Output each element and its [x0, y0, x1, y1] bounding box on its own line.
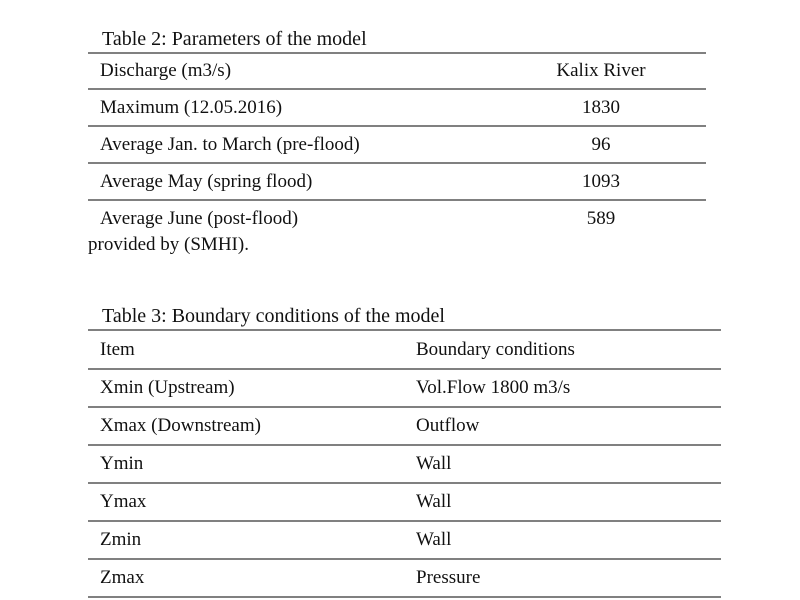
- table-3-value-xmin: Vol.Flow 1800 m3/s: [404, 368, 721, 407]
- table-3-value-zmax: Pressure: [404, 558, 721, 598]
- table-3-item-zmax: Zmax: [88, 558, 404, 598]
- table-3-value-ymin: Wall: [404, 444, 721, 483]
- table-3-caption: Table 3: Boundary conditions of the mode…: [102, 305, 445, 327]
- table-2-item-maximum: Maximum (12.05.2016): [88, 88, 496, 126]
- table-3-header-item: Item: [88, 329, 404, 369]
- table-row: Zmax Pressure: [88, 558, 721, 598]
- table-row: Average Jan. to March (pre-flood) 96: [88, 125, 706, 163]
- table-2-header-row: Discharge (m3/s) Kalix River: [88, 52, 706, 89]
- table-row: Xmin (Upstream) Vol.Flow 1800 m3/s: [88, 368, 721, 407]
- table-2-value-average-june: 589: [496, 199, 706, 236]
- table-3-item-ymax: Ymax: [88, 482, 404, 521]
- document-page: Table 2: Parameters of the model Dischar…: [0, 0, 800, 600]
- table-row: Average June (post-flood) 589: [88, 199, 706, 236]
- table-row: Ymax Wall: [88, 482, 721, 521]
- table-2-item-average-june: Average June (post-flood): [88, 199, 496, 236]
- table-2: Discharge (m3/s) Kalix River Maximum (12…: [88, 52, 706, 236]
- table-2-block: Table 2: Parameters of the model Dischar…: [88, 26, 706, 236]
- table-2-value-maximum: 1830: [496, 88, 706, 126]
- table-row: Maximum (12.05.2016) 1830: [88, 88, 706, 126]
- table-2-value-average-may: 1093: [496, 162, 706, 200]
- table-3-item-xmin: Xmin (Upstream): [88, 368, 404, 407]
- table-3-item-ymin: Ymin: [88, 444, 404, 483]
- table-2-header-discharge: Discharge (m3/s): [88, 52, 496, 89]
- table-2-caption: Table 2: Parameters of the model: [102, 28, 367, 50]
- table-3-header-boundary-conditions: Boundary conditions: [404, 329, 721, 369]
- table-row: Ymin Wall: [88, 444, 721, 483]
- table-row: Zmin Wall: [88, 520, 721, 559]
- table-3-block: Table 3: Boundary conditions of the mode…: [88, 303, 721, 598]
- table-3-value-ymax: Wall: [404, 482, 721, 521]
- table-3-header-row: Item Boundary conditions: [88, 329, 721, 369]
- table-2-source-note: provided by (SMHI).: [88, 234, 249, 255]
- table-2-item-average-jan-march: Average Jan. to March (pre-flood): [88, 125, 496, 163]
- table-2-item-average-may: Average May (spring flood): [88, 162, 496, 200]
- table-3-item-xmax: Xmax (Downstream): [88, 406, 404, 445]
- table-3-item-zmin: Zmin: [88, 520, 404, 559]
- table-row: Average May (spring flood) 1093: [88, 162, 706, 200]
- table-3-value-zmin: Wall: [404, 520, 721, 559]
- table-3: Item Boundary conditions Xmin (Upstream)…: [88, 329, 721, 598]
- table-2-value-average-jan-march: 96: [496, 125, 706, 163]
- table-3-value-xmax: Outflow: [404, 406, 721, 445]
- table-2-header-river: Kalix River: [496, 52, 706, 89]
- table-row: Xmax (Downstream) Outflow: [88, 406, 721, 445]
